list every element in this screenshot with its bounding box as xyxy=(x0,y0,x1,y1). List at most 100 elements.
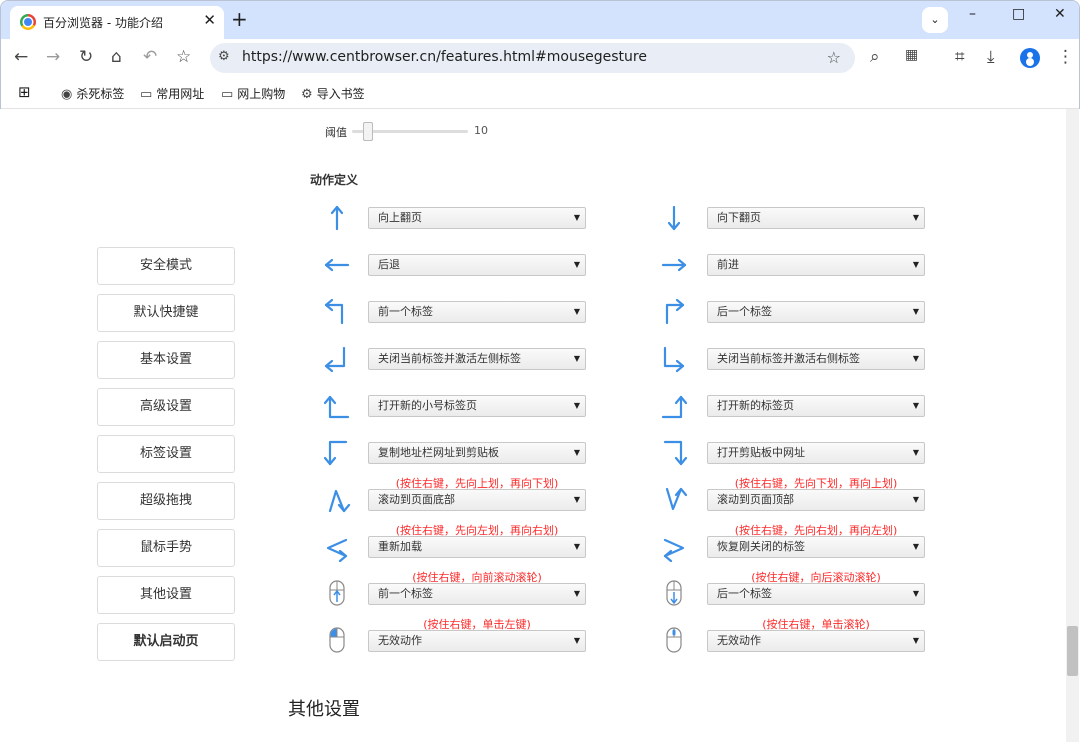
sidebar-item[interactable]: 基本设置 xyxy=(97,341,235,379)
threshold-slider-thumb[interactable] xyxy=(362,122,373,141)
profile-avatar-icon[interactable] xyxy=(1020,48,1040,68)
bookmark-label: 杀死标签 xyxy=(76,87,125,101)
gesture-action-select[interactable]: 打开剪贴板中网址 xyxy=(707,442,925,464)
gesture-hint: (按住右键，先向左划，再向右划) xyxy=(395,524,559,537)
right-up-arrow-icon xyxy=(661,395,688,419)
gesture-action-select[interactable]: 滚动到页面底部 xyxy=(368,489,586,511)
gesture-action-select[interactable]: 复制地址栏网址到剪贴板 xyxy=(368,442,586,464)
left-down-arrow-icon xyxy=(323,440,348,466)
globe-icon: ◉ xyxy=(61,87,73,102)
bookmark-label: 网上购物 xyxy=(237,87,286,101)
gesture-action-select[interactable]: 打开新的标签页 xyxy=(707,395,925,417)
bookmark-kill-tabs[interactable]: ◉ 杀死标签 xyxy=(61,85,124,102)
threshold-label: 阈值 xyxy=(325,126,347,139)
mouse-scroll-up-icon xyxy=(329,580,345,606)
search-icon[interactable]: ⌕ xyxy=(870,47,880,67)
gesture-action-select[interactable]: 前一个标签 xyxy=(368,301,586,323)
right-left-stroke-icon xyxy=(663,538,685,562)
gesture-action-select[interactable]: 后一个标签 xyxy=(707,301,925,323)
mouse-middle-click-icon xyxy=(666,627,682,653)
bookmark-folder-common[interactable]: ▭ 常用网址 xyxy=(140,85,204,102)
threshold-value: 10 xyxy=(474,124,488,137)
gesture-action-select[interactable]: 前进 xyxy=(707,254,925,276)
gesture-action-select[interactable]: 向上翻页 xyxy=(368,207,586,229)
apps-icon[interactable]: ⊞ xyxy=(18,83,31,101)
mouse-scroll-down-icon xyxy=(666,580,682,606)
right-down-arrow-icon xyxy=(663,440,688,466)
chrome-favicon-icon xyxy=(20,14,36,30)
sidebar-item[interactable]: 安全模式 xyxy=(97,247,235,285)
bookmark-import[interactable]: ⚙ 导入书签 xyxy=(301,85,365,102)
folder-icon: ▭ xyxy=(221,87,234,102)
gesture-action-select[interactable]: 打开新的小号标签页 xyxy=(368,395,586,417)
section-title: 动作定义 xyxy=(310,173,359,187)
gesture-hint: (按住右键，单击左键) xyxy=(423,618,531,631)
tab-search-button[interactable]: ⌄ xyxy=(922,7,948,33)
gesture-action-select[interactable]: 关闭当前标签并激活左侧标签 xyxy=(368,348,586,370)
sidebar-item[interactable]: 鼠标手势 xyxy=(97,529,235,567)
new-tab-button[interactable]: + xyxy=(231,7,248,31)
gesture-hint: (按住右键，单击滚轮) xyxy=(762,618,870,631)
up-down-stroke-icon xyxy=(328,489,351,513)
up-left-arrow-icon xyxy=(324,298,344,325)
mouse-left-click-icon xyxy=(329,627,345,653)
down-up-stroke-icon xyxy=(665,487,688,511)
reload-icon[interactable]: ↻ xyxy=(79,47,93,67)
bookmark-folder-shopping[interactable]: ▭ 网上购物 xyxy=(221,85,285,102)
site-info-icon[interactable]: ⚙ xyxy=(218,49,230,64)
gesture-hint: (按住右键，先向上划，再向下划) xyxy=(395,477,559,490)
left-up-arrow-icon xyxy=(323,395,350,419)
close-window-button[interactable]: ✕ xyxy=(1054,6,1066,22)
scrollbar-thumb[interactable] xyxy=(1067,626,1078,676)
left-right-stroke-icon xyxy=(326,538,348,562)
sidebar-item[interactable]: 其他设置 xyxy=(97,576,235,614)
down-left-arrow-icon xyxy=(324,346,346,373)
sidebar-item[interactable]: 超级拖拽 xyxy=(97,482,235,520)
crop-icon[interactable]: ⌗ xyxy=(955,47,965,67)
left-arrow-icon xyxy=(324,258,350,272)
menu-icon[interactable]: ⋮ xyxy=(1057,47,1074,67)
gesture-hint: (按住右键，向前滚动滚轮) xyxy=(412,571,542,584)
home-icon[interactable]: ⌂ xyxy=(111,47,122,67)
sidebar-item[interactable]: 高级设置 xyxy=(97,388,235,426)
active-tab[interactable]: 百分浏览器 - 功能介绍 ✕ xyxy=(10,6,224,39)
undo-icon[interactable]: ↶ xyxy=(143,47,157,67)
down-arrow-icon xyxy=(667,205,681,231)
gear-icon: ⚙ xyxy=(301,87,313,102)
gesture-action-select[interactable]: 关闭当前标签并激活右侧标签 xyxy=(707,348,925,370)
bookmark-page-icon[interactable]: ☆ xyxy=(827,48,841,67)
gesture-action-select[interactable]: 重新加载 xyxy=(368,536,586,558)
gesture-action-select[interactable]: 无效动作 xyxy=(368,630,586,652)
gesture-action-select[interactable]: 后一个标签 xyxy=(707,583,925,605)
gesture-action-select[interactable]: 前一个标签 xyxy=(368,583,586,605)
address-bar[interactable]: ⚙ https://www.centbrowser.cn/features.ht… xyxy=(210,43,855,73)
gesture-hint: (按住右键，先向右划，再向左划) xyxy=(734,524,898,537)
gesture-hint: (按住右键，向后滚动滚轮) xyxy=(751,571,881,584)
tab-close-icon[interactable]: ✕ xyxy=(203,11,216,29)
gesture-action-select[interactable]: 无效动作 xyxy=(707,630,925,652)
gesture-action-select[interactable]: 滚动到页面顶部 xyxy=(707,489,925,511)
down-right-arrow-icon xyxy=(663,346,685,373)
download-icon[interactable]: ⤓ xyxy=(987,47,995,67)
sidebar-item[interactable]: 标签设置 xyxy=(97,435,235,473)
toolbar: ← → ↻ ⌂ ↶ ☆ ⚙ https://www.centbrowser.cn… xyxy=(1,39,1079,77)
bookmark-star-icon[interactable]: ☆ xyxy=(176,47,191,67)
folder-icon: ▭ xyxy=(140,87,153,102)
maximize-button[interactable]: □ xyxy=(1012,6,1025,22)
gesture-action-select[interactable]: 向下翻页 xyxy=(707,207,925,229)
url-text[interactable]: https://www.centbrowser.cn/features.html… xyxy=(242,49,647,65)
sidebar-item[interactable]: 默认快捷键 xyxy=(97,294,235,332)
bookmark-label: 导入书签 xyxy=(316,87,365,101)
bookmark-label: 常用网址 xyxy=(156,87,205,101)
other-settings-heading: 其他设置 xyxy=(288,699,360,720)
gesture-action-select[interactable]: 恢复刚关闭的标签 xyxy=(707,536,925,558)
tab-title: 百分浏览器 - 功能介绍 xyxy=(43,16,163,30)
back-icon[interactable]: ← xyxy=(14,47,28,67)
minimize-button[interactable]: – xyxy=(969,6,976,22)
up-arrow-icon xyxy=(330,205,344,231)
bookmarks-bar: ⊞ ◉ 杀死标签 ▭ 常用网址 ▭ 网上购物 ⚙ 导入书签 xyxy=(1,77,1079,109)
forward-icon[interactable]: → xyxy=(46,47,60,67)
sidebar-item[interactable]: 默认启动页 xyxy=(97,623,235,661)
qr-code-icon[interactable]: ▦ xyxy=(905,47,918,63)
gesture-action-select[interactable]: 后退 xyxy=(368,254,586,276)
